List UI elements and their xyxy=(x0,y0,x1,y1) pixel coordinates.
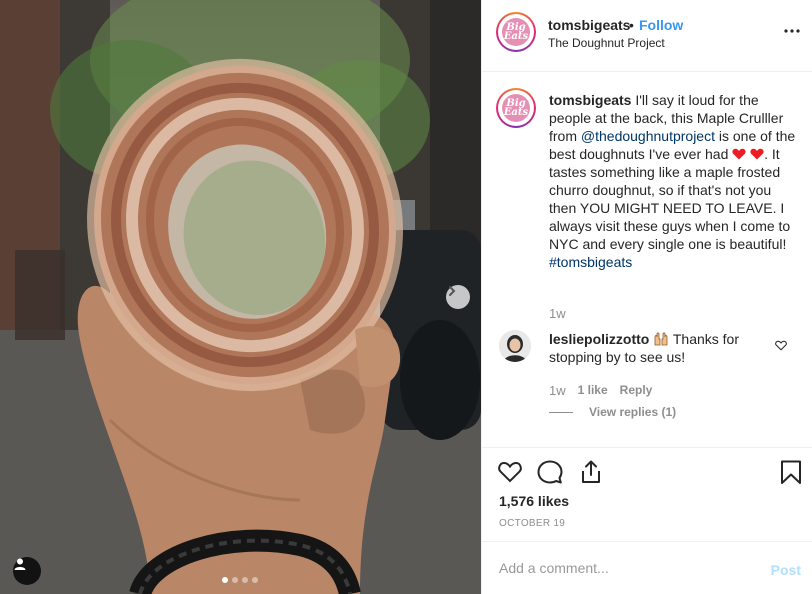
avatar-logo: Big Eats xyxy=(502,18,530,46)
photo-scene xyxy=(0,0,481,594)
comment-meta: 1w 1 like Reply xyxy=(549,383,652,398)
next-image-button[interactable] xyxy=(446,285,470,309)
post-date[interactable]: OCTOBER 19 xyxy=(499,518,565,529)
carousel-dot xyxy=(232,577,238,583)
like-comment-button[interactable] xyxy=(775,339,787,354)
post-caption: tomsbigeats I'll say it loud for the peo… xyxy=(549,91,799,271)
more-options-button[interactable] xyxy=(783,22,801,40)
post-side-panel: Big Eats tomsbigeats • Follow The Doughn… xyxy=(481,0,812,594)
carousel-dot xyxy=(222,577,228,583)
caption-avatar[interactable]: Big Eats xyxy=(496,88,536,128)
avatar[interactable]: Big Eats xyxy=(496,12,536,52)
caption-hashtag[interactable]: #tomsbigeats xyxy=(549,254,632,270)
add-comment-input[interactable] xyxy=(499,560,749,576)
more-horizontal-icon xyxy=(784,29,800,33)
chevron-right-icon xyxy=(449,286,456,296)
commenter-photo xyxy=(499,330,531,362)
commenter-avatar[interactable] xyxy=(499,330,531,362)
comment-likes[interactable]: 1 like xyxy=(578,383,608,398)
red-heart-emoji-icon xyxy=(750,148,764,160)
post-header: Big Eats tomsbigeats • Follow The Doughn… xyxy=(482,0,812,72)
heart-outline-icon xyxy=(775,340,787,351)
bookmark-icon xyxy=(781,460,801,484)
tagged-users-button[interactable] xyxy=(13,557,41,585)
save-button[interactable] xyxy=(778,459,804,485)
location-link[interactable]: The Doughnut Project xyxy=(548,36,665,50)
post-photo[interactable] xyxy=(0,0,481,594)
likes-count[interactable]: 1,576 likes xyxy=(499,493,569,509)
add-comment-bar: Post xyxy=(482,541,812,594)
follow-button[interactable]: Follow xyxy=(639,17,683,33)
comment-body: lesliepolizzotto Thanks for stopping by … xyxy=(549,330,769,366)
share-icon xyxy=(582,460,600,483)
avatar-logo: Big Eats xyxy=(502,94,530,122)
view-replies-label: View replies (1) xyxy=(589,405,677,419)
caption-username[interactable]: tomsbigeats xyxy=(549,92,631,108)
header-username[interactable]: tomsbigeats xyxy=(548,17,630,33)
carousel-dot xyxy=(242,577,248,583)
comment-username[interactable]: lesliepolizzotto xyxy=(549,331,649,347)
like-button[interactable] xyxy=(497,459,523,485)
post-comment-button[interactable]: Post xyxy=(771,562,801,578)
actions-divider xyxy=(482,447,812,448)
person-icon xyxy=(14,558,26,570)
caption-mention[interactable]: @thedoughnutproject xyxy=(581,128,715,144)
header-separator: • xyxy=(629,17,634,33)
view-replies-button[interactable]: View replies (1) xyxy=(549,405,676,419)
comment-button[interactable] xyxy=(537,459,563,485)
comment-bubble-icon xyxy=(537,460,563,484)
raised-hands-emoji-icon xyxy=(654,332,668,346)
share-button[interactable] xyxy=(578,459,604,485)
replies-divider xyxy=(549,411,573,413)
carousel-dot xyxy=(252,577,258,583)
heart-outline-icon xyxy=(498,461,522,483)
carousel-indicator xyxy=(222,577,258,583)
red-heart-emoji-icon xyxy=(732,148,746,160)
reply-button[interactable]: Reply xyxy=(620,383,653,398)
comment-timestamp[interactable]: 1w xyxy=(549,383,566,398)
caption-timestamp[interactable]: 1w xyxy=(549,306,566,321)
